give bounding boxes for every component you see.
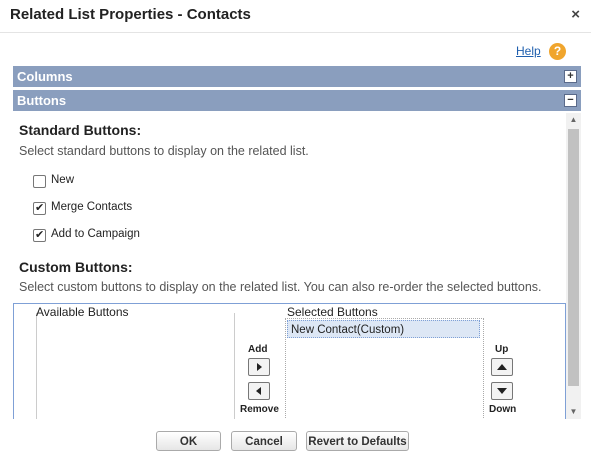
section-columns[interactable]: Columns + [13, 66, 581, 87]
arrow-down-icon [497, 388, 507, 394]
scroll-up-icon[interactable]: ▲ [566, 113, 581, 127]
buttons-section-content: Standard Buttons: Select standard button… [13, 113, 581, 419]
section-buttons[interactable]: Buttons − [13, 90, 581, 111]
checkbox-new[interactable] [33, 175, 46, 188]
vertical-scrollbar[interactable]: ▲ ▼ [566, 113, 581, 419]
custom-buttons-heading: Custom Buttons: [19, 259, 133, 275]
standard-buttons-heading: Standard Buttons: [19, 122, 142, 138]
ok-button[interactable]: OK [156, 431, 221, 451]
title-bar: Related List Properties - Contacts × [0, 0, 591, 33]
related-list-properties-dialog: Related List Properties - Contacts × Hel… [0, 0, 591, 464]
add-button[interactable] [248, 358, 270, 376]
available-buttons-list[interactable] [36, 313, 235, 419]
checkbox-merge-contacts-label: Merge Contacts [51, 201, 133, 213]
custom-buttons-description: Select custom buttons to display on the … [19, 280, 542, 294]
section-buttons-label: Buttons [17, 93, 67, 108]
checkbox-add-to-campaign[interactable] [33, 228, 46, 242]
list-item[interactable]: New Contact(Custom) [287, 320, 480, 338]
selected-buttons-list[interactable]: New Contact(Custom) [285, 318, 484, 419]
up-label: Up [495, 344, 509, 355]
expand-icon[interactable]: + [564, 70, 577, 83]
scroll-thumb[interactable] [568, 129, 579, 386]
remove-label: Remove [240, 404, 279, 415]
remove-button[interactable] [248, 382, 270, 400]
arrow-right-icon [257, 363, 262, 371]
selected-buttons-label: Selected Buttons [287, 305, 378, 319]
revert-to-defaults-button[interactable]: Revert to Defaults [306, 431, 409, 451]
move-down-button[interactable] [491, 382, 513, 400]
add-label: Add [248, 344, 268, 355]
move-up-button[interactable] [491, 358, 513, 376]
available-buttons-label: Available Buttons [36, 305, 129, 319]
dialog-title: Related List Properties - Contacts [10, 6, 251, 23]
checkbox-new-label: New [51, 174, 75, 186]
question-icon[interactable]: ? [549, 43, 566, 60]
section-columns-label: Columns [17, 69, 73, 84]
arrow-left-icon [256, 387, 261, 395]
cancel-button[interactable]: Cancel [231, 431, 297, 451]
checkbox-merge-contacts[interactable] [33, 201, 46, 215]
down-label: Down [489, 404, 517, 415]
checkbox-add-to-campaign-label: Add to Campaign [51, 228, 140, 240]
help-link[interactable]: Help [516, 44, 541, 58]
close-icon[interactable]: × [571, 6, 580, 23]
arrow-up-icon [497, 364, 507, 370]
custom-buttons-picker: Available Buttons Add Remove Selected Bu… [13, 303, 566, 419]
collapse-icon[interactable]: − [564, 94, 577, 107]
standard-buttons-description: Select standard buttons to display on th… [19, 144, 309, 158]
scroll-down-icon[interactable]: ▼ [566, 405, 581, 419]
